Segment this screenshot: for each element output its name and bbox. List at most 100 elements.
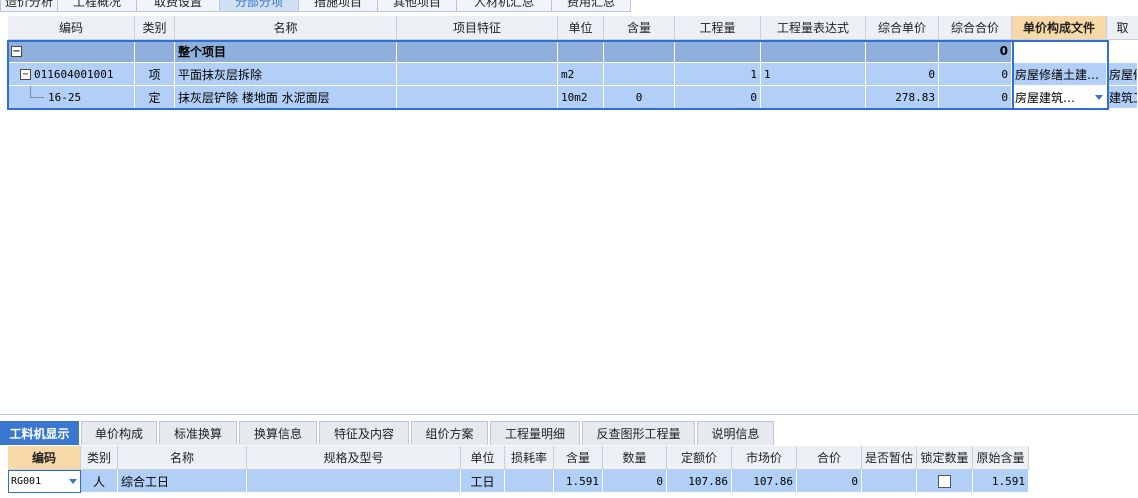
tab-fee-settings[interactable]: 取费设置 bbox=[136, 0, 220, 12]
table-row[interactable]: 16-25 定 抹灰层铲除 楼地面 水泥面层 10m2 0 0 278.83 0… bbox=[8, 86, 1138, 109]
collapse-icon[interactable]: − bbox=[11, 45, 22, 57]
total-code-cell[interactable]: − bbox=[8, 40, 135, 63]
code-value: RG001 bbox=[11, 476, 42, 487]
col-header-total-price[interactable]: 综合合价 bbox=[939, 16, 1012, 40]
item-price-file-cell[interactable]: 房屋修缮土建… bbox=[1012, 63, 1107, 86]
tab-measures[interactable]: 措施项目 bbox=[298, 0, 378, 12]
item-expression-cell[interactable]: 1 bbox=[761, 63, 866, 86]
col-header-unit-price[interactable]: 综合单价 bbox=[866, 16, 939, 40]
sub-unit-price-cell[interactable]: 278.83 bbox=[866, 86, 939, 109]
sub-name-cell[interactable]: 抹灰层铲除 楼地面 水泥面层 bbox=[175, 86, 397, 109]
table-row-total[interactable]: − 整个项目 0 bbox=[8, 40, 1138, 63]
col-header-total[interactable]: 合价 bbox=[797, 446, 862, 470]
resource-original-content-cell[interactable]: 1.591 bbox=[973, 470, 1029, 493]
price-file-value: 房屋建筑… bbox=[1015, 90, 1076, 105]
total-name-cell: 整个项目 bbox=[175, 40, 397, 63]
col-header-quota-price[interactable]: 定额价 bbox=[667, 446, 732, 470]
bottom-grid-header: 编码 类别 名称 规格及型号 单位 损耗率 含量 数量 定额价 市场价 合价 是… bbox=[8, 446, 1029, 470]
tab-reverse-graphic-quantity[interactable]: 反查图形工程量 bbox=[582, 421, 695, 445]
col-header-spec[interactable]: 规格及型号 bbox=[247, 446, 461, 470]
col-header-code[interactable]: 编码 bbox=[8, 446, 81, 470]
total-feature-cell bbox=[397, 40, 558, 63]
sub-expression-cell[interactable] bbox=[761, 86, 866, 109]
item-code-cell[interactable]: − 011604001001 bbox=[8, 63, 135, 86]
tab-pricing-plan[interactable]: 组价方案 bbox=[411, 421, 488, 445]
total-sum-cell: 0 bbox=[939, 40, 1012, 63]
resource-quota-price-cell[interactable]: 107.86 bbox=[667, 470, 732, 493]
col-header-name[interactable]: 名称 bbox=[118, 446, 247, 470]
tab-labor-material-summary[interactable]: 人材机汇总 bbox=[456, 0, 552, 12]
col-header-lock-quantity[interactable]: 锁定数量 bbox=[917, 446, 973, 470]
tab-price-composition[interactable]: 单价构成 bbox=[81, 421, 157, 445]
item-quantity-cell[interactable]: 1 bbox=[675, 63, 761, 86]
item-total-price-cell[interactable]: 0 bbox=[939, 63, 1012, 86]
sub-extra-cell[interactable]: 建筑工 bbox=[1107, 86, 1138, 109]
col-header-code[interactable]: 编码 bbox=[8, 16, 135, 40]
main-grid-header: 编码 类别 名称 项目特征 单位 含量 工程量 工程量表达式 综合单价 综合合价… bbox=[8, 16, 1138, 40]
col-header-expression[interactable]: 工程量表达式 bbox=[761, 16, 866, 40]
col-header-content[interactable]: 含量 bbox=[554, 446, 603, 470]
lock-quantity-checkbox[interactable] bbox=[938, 474, 951, 488]
col-header-feature[interactable]: 项目特征 bbox=[397, 16, 558, 40]
price-file-dropdown[interactable]: 房屋建筑… bbox=[1012, 86, 1107, 109]
col-header-unit[interactable]: 单位 bbox=[461, 446, 505, 470]
sub-content-cell[interactable]: 0 bbox=[604, 86, 675, 109]
total-type-cell bbox=[135, 40, 175, 63]
col-header-type[interactable]: 类别 bbox=[81, 446, 118, 470]
tab-standard-conversion[interactable]: 标准换算 bbox=[159, 421, 237, 445]
tab-quantity-detail[interactable]: 工程量明细 bbox=[490, 421, 580, 445]
resource-market-price-cell[interactable]: 107.86 bbox=[732, 470, 797, 493]
col-header-quantity[interactable]: 工程量 bbox=[675, 16, 761, 40]
col-header-estimated[interactable]: 是否暂估 bbox=[862, 446, 917, 470]
col-header-extra[interactable]: 取 bbox=[1107, 16, 1138, 40]
item-unit-cell[interactable]: m2 bbox=[558, 63, 604, 86]
sub-total-price-cell[interactable]: 0 bbox=[939, 86, 1012, 109]
tab-other-items[interactable]: 其他项目 bbox=[377, 0, 457, 12]
resource-name-cell[interactable]: 综合工日 bbox=[118, 470, 247, 493]
sub-unit-cell[interactable]: 10m2 bbox=[558, 86, 604, 109]
code-dropdown[interactable]: RG001 bbox=[8, 470, 81, 493]
item-extra-cell[interactable]: 房屋修 bbox=[1107, 63, 1138, 86]
chevron-down-icon[interactable] bbox=[69, 479, 77, 484]
tab-labor-material-display[interactable]: 工料机显示 bbox=[0, 421, 79, 445]
resource-amount-cell[interactable]: 0 bbox=[603, 470, 667, 493]
col-header-type[interactable]: 类别 bbox=[135, 16, 175, 40]
table-row[interactable]: − 011604001001 项 平面抹灰层拆除 m2 1 1 0 0 房屋修缮… bbox=[8, 63, 1138, 86]
col-header-loss-rate[interactable]: 损耗率 bbox=[505, 446, 554, 470]
resource-spec-cell[interactable] bbox=[247, 470, 461, 493]
tab-conversion-info[interactable]: 换算信息 bbox=[239, 421, 317, 445]
tab-features-content[interactable]: 特征及内容 bbox=[319, 421, 409, 445]
tab-fee-summary[interactable]: 费用汇总 bbox=[551, 0, 631, 12]
col-header-price-file[interactable]: 单价构成文件 bbox=[1012, 16, 1107, 40]
col-header-original-content[interactable]: 原始含量 bbox=[973, 446, 1029, 470]
tab-sub-items[interactable]: 分部分项 bbox=[219, 0, 299, 12]
resource-loss-cell[interactable] bbox=[505, 470, 554, 493]
sub-quantity-cell[interactable]: 0 bbox=[675, 86, 761, 109]
tab-description-info[interactable]: 说明信息 bbox=[697, 421, 774, 445]
tab-project-overview[interactable]: 工程概况 bbox=[57, 0, 137, 12]
table-row[interactable]: RG001 人 综合工日 工日 1.591 0 107.86 107.86 0 … bbox=[8, 470, 1029, 493]
item-content-cell[interactable] bbox=[604, 63, 675, 86]
item-type-cell[interactable]: 项 bbox=[135, 63, 175, 86]
item-unit-price-cell[interactable]: 0 bbox=[866, 63, 939, 86]
sub-feature-cell[interactable] bbox=[397, 86, 558, 109]
col-header-name[interactable]: 名称 bbox=[175, 16, 397, 40]
resource-total-cell[interactable]: 0 bbox=[797, 470, 862, 493]
col-header-market-price[interactable]: 市场价 bbox=[732, 446, 797, 470]
resource-estimated-cell[interactable] bbox=[862, 470, 917, 493]
resource-type-cell[interactable]: 人 bbox=[81, 470, 118, 493]
resource-unit-cell[interactable]: 工日 bbox=[461, 470, 505, 493]
chevron-down-icon[interactable] bbox=[1095, 94, 1103, 100]
resource-content-cell[interactable]: 1.591 bbox=[554, 470, 603, 493]
item-code: 011604001001 bbox=[34, 67, 114, 81]
sub-type-cell[interactable]: 定 bbox=[135, 86, 175, 109]
col-header-amount[interactable]: 数量 bbox=[603, 446, 667, 470]
panel-divider[interactable] bbox=[0, 414, 1138, 415]
item-name-cell[interactable]: 平面抹灰层拆除 bbox=[175, 63, 397, 86]
item-feature-cell[interactable] bbox=[397, 63, 558, 86]
sub-code-cell[interactable]: 16-25 bbox=[8, 86, 135, 109]
col-header-content[interactable]: 含量 bbox=[604, 16, 675, 40]
col-header-unit[interactable]: 单位 bbox=[558, 16, 604, 40]
tab-cost-analysis[interactable]: 造价分析 bbox=[0, 0, 58, 12]
collapse-icon[interactable]: − bbox=[20, 68, 31, 80]
